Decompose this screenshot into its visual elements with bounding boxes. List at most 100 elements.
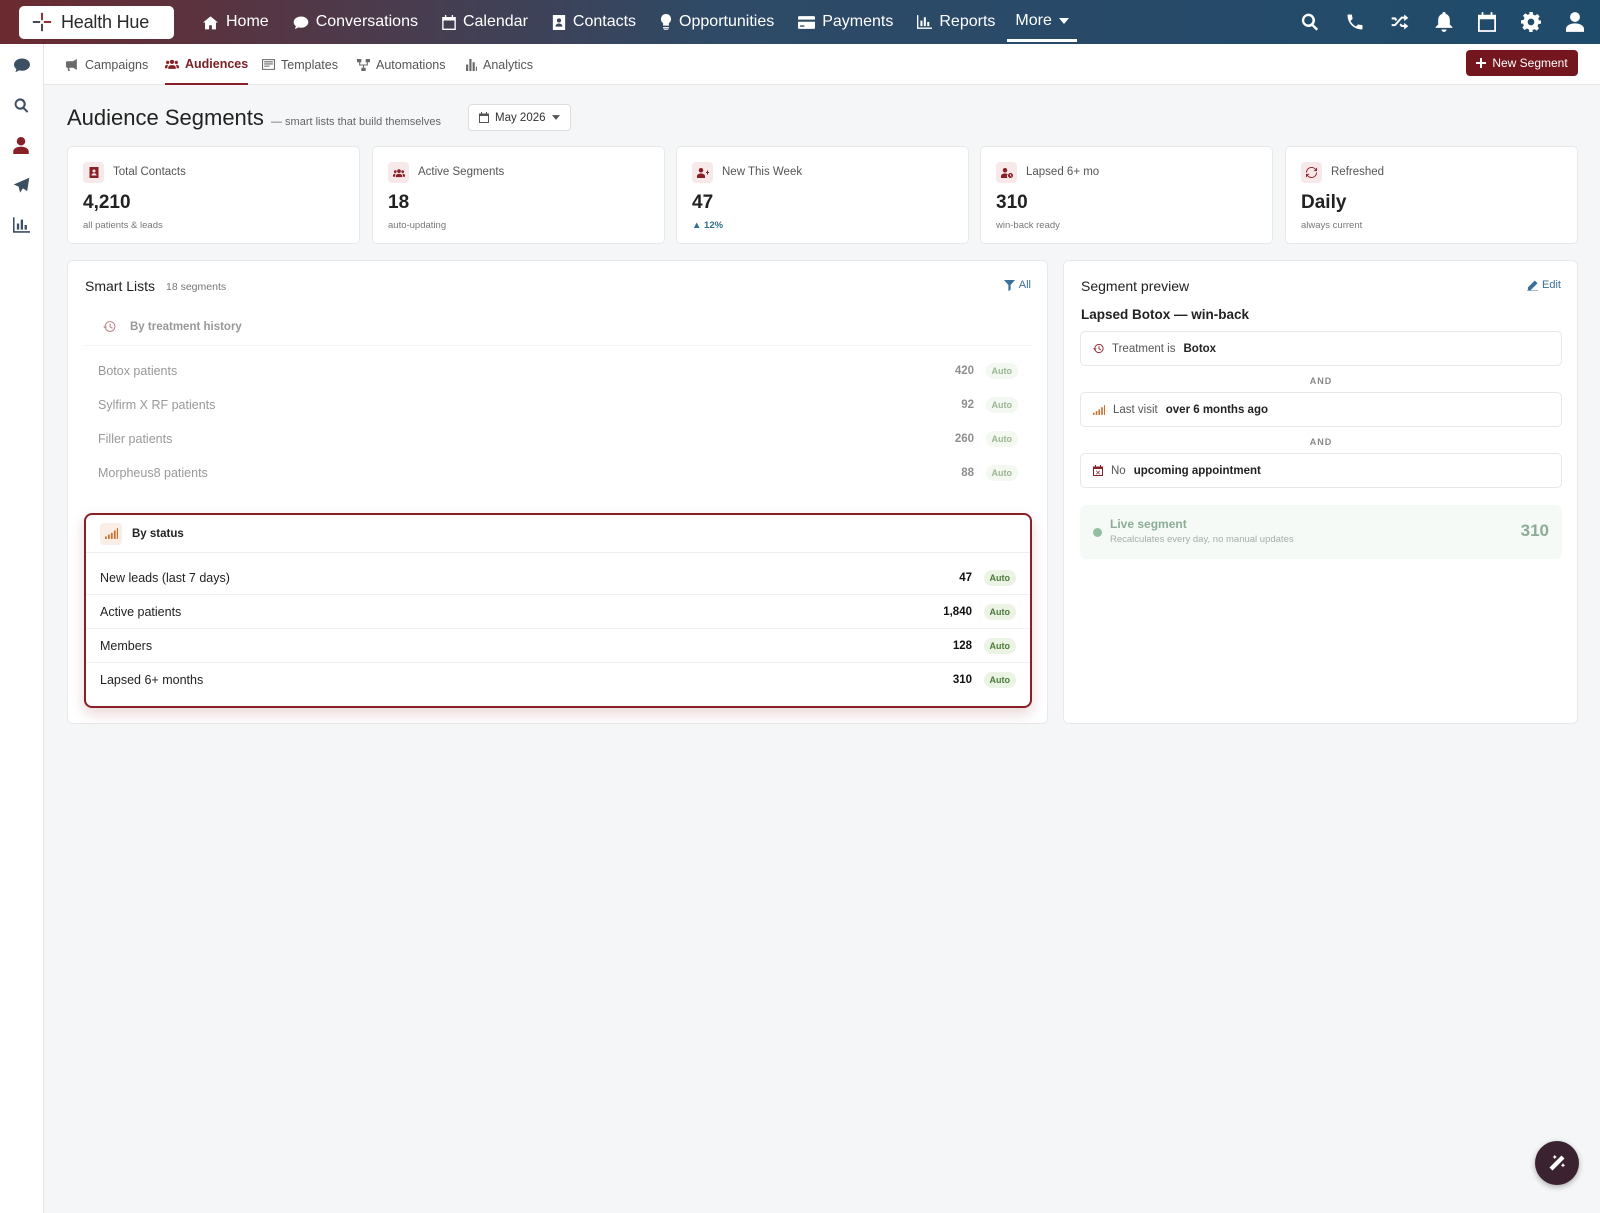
live-status-dot [1093,528,1102,537]
tab-audiences-label: Audiences [185,56,249,71]
list-item[interactable]: Filler patients 260 Auto [84,422,1032,456]
list-item[interactable]: Botox patients 420 Auto [84,354,1032,388]
rail-send-icon[interactable] [13,177,31,195]
list-item-count: 128 [952,639,972,652]
period-selector[interactable]: May 2026 [468,104,571,131]
list-item-count: 88 [961,467,974,479]
nav-more[interactable]: More [1007,2,1077,42]
tab-analytics[interactable]: Analytics [466,44,533,85]
sub-navigation: Campaigns Audiences Templates Automation… [44,44,1600,85]
nav-payments[interactable]: Payments [786,0,905,44]
user-clock-icon [996,162,1017,183]
calendar-icon [442,14,456,30]
list-item-name: New leads (last 7 days) [100,570,230,585]
stat-value: 4,210 [83,192,131,213]
rail-search-icon[interactable] [13,97,31,115]
stat-label: Refreshed [1331,166,1385,178]
rule-last-visit[interactable]: Last visit over 6 months ago [1080,392,1562,427]
edit-button[interactable]: Edit [1527,279,1561,291]
nav-reports[interactable]: Reports [905,0,1007,44]
calendar-icon [479,112,489,123]
filter-label: All [1018,279,1031,291]
shuffle-icon[interactable] [1390,12,1410,32]
list-item[interactable]: Sylfirm X RF patients 92 Auto [84,388,1032,422]
magic-wand-button[interactable] [1535,1141,1579,1185]
list-item[interactable]: New leads (last 7 days) 47 Auto [86,561,1030,595]
megaphone-icon [66,58,77,71]
nav-contacts[interactable]: Contacts [540,0,648,44]
nav-opportunities-label: Opportunities [679,13,775,30]
segment-preview-panel: Segment preview Edit Lapsed Botox — win-… [1063,260,1578,724]
pencil-icon [1527,279,1539,291]
rail-person-icon[interactable] [13,137,31,155]
bell-icon[interactable] [1435,12,1453,32]
tab-automations-label: Automations [376,57,446,72]
rail-chat-icon[interactable] [13,57,31,75]
group-header[interactable]: By treatment history [84,308,1032,346]
history-icon [98,316,120,338]
stat-card-total-contacts: Total Contacts 4,210 all patients & lead… [67,146,360,244]
calendar-icon[interactable] [1478,12,1496,32]
live-segment-card: Live segment Recalculates every day, no … [1080,505,1562,559]
list-item-name: Morpheus8 patients [98,466,208,480]
analytics-icon [466,58,477,71]
tab-analytics-label: Analytics [483,57,534,72]
smart-lists-panel: Smart Lists 18 segments All By treatment… [67,260,1048,724]
stat-value: 47 [692,192,714,213]
gear-icon[interactable] [1521,12,1541,32]
period-value: May 2026 [495,111,546,124]
list-item[interactable]: Members 128 Auto [86,629,1030,663]
user-icon[interactable] [1566,12,1584,32]
group-header[interactable]: By status [86,515,1030,553]
nav-home[interactable]: Home [190,0,281,44]
auto-badge: Auto [985,431,1018,447]
list-item-count: 92 [961,399,974,411]
stat-label: Active Segments [418,166,505,178]
auto-badge: Auto [983,672,1016,688]
tab-templates[interactable]: Templates [262,44,338,85]
refresh-icon [1301,162,1322,183]
rule-treatment[interactable]: Treatment is Botox [1080,331,1562,366]
stat-sub: all patients & leads [83,220,163,231]
list-item[interactable]: Morpheus8 patients 88 Auto [84,456,1032,490]
page-subtitle: — smart lists that build themselves [271,116,441,128]
stat-value: 18 [388,192,410,213]
tab-audiences[interactable]: Audiences [165,44,249,85]
auto-badge: Auto [985,397,1018,413]
group-title: By treatment history [130,320,242,333]
health-hue-logo-icon [32,12,52,32]
list-item[interactable]: Active patients 1,840 Auto [86,595,1030,629]
segment-name: Lapsed Botox — win-back [1081,307,1250,322]
rule-no-appointment[interactable]: No upcoming appointment [1080,453,1562,488]
tab-automations[interactable]: Automations [357,44,445,85]
list-item-count: 47 [959,571,972,584]
stat-value: Daily [1301,192,1347,213]
auto-badge: Auto [983,569,1016,586]
chat-icon [293,16,309,29]
rule-value: over 6 months ago [1165,403,1268,416]
tab-campaigns[interactable]: Campaigns [66,44,148,85]
brand-logo[interactable]: Health Hue [19,5,174,39]
list-item-name: Filler patients [98,432,173,446]
contact-book-icon [83,162,104,183]
phone-icon[interactable] [1345,12,1365,32]
new-segment-button[interactable]: New Segment [1466,50,1578,76]
nav-calendar[interactable]: Calendar [430,0,540,44]
rail-chart-icon[interactable] [13,217,31,235]
list-item-count: 420 [954,365,974,377]
lightbulb-icon [661,14,672,30]
stat-card-lapsed: Lapsed 6+ mo 310 win-back ready [980,146,1273,244]
search-icon[interactable] [1300,12,1320,32]
stat-sub: win-back ready [996,220,1060,231]
edit-label: Edit [1542,279,1561,291]
and-joiner: AND [1309,437,1333,447]
tab-templates-label: Templates [281,57,338,72]
nav-opportunities[interactable]: Opportunities [648,0,786,44]
rule-prefix: Treatment is [1112,342,1176,355]
filter-button[interactable]: All [1003,279,1031,291]
smart-lists-title: Smart Lists [85,278,156,294]
list-item[interactable]: Lapsed 6+ months 310 Auto [86,663,1030,697]
list-item-name: Botox patients [98,364,178,378]
nav-conversations[interactable]: Conversations [281,0,430,44]
bar-chart-icon [917,15,933,29]
